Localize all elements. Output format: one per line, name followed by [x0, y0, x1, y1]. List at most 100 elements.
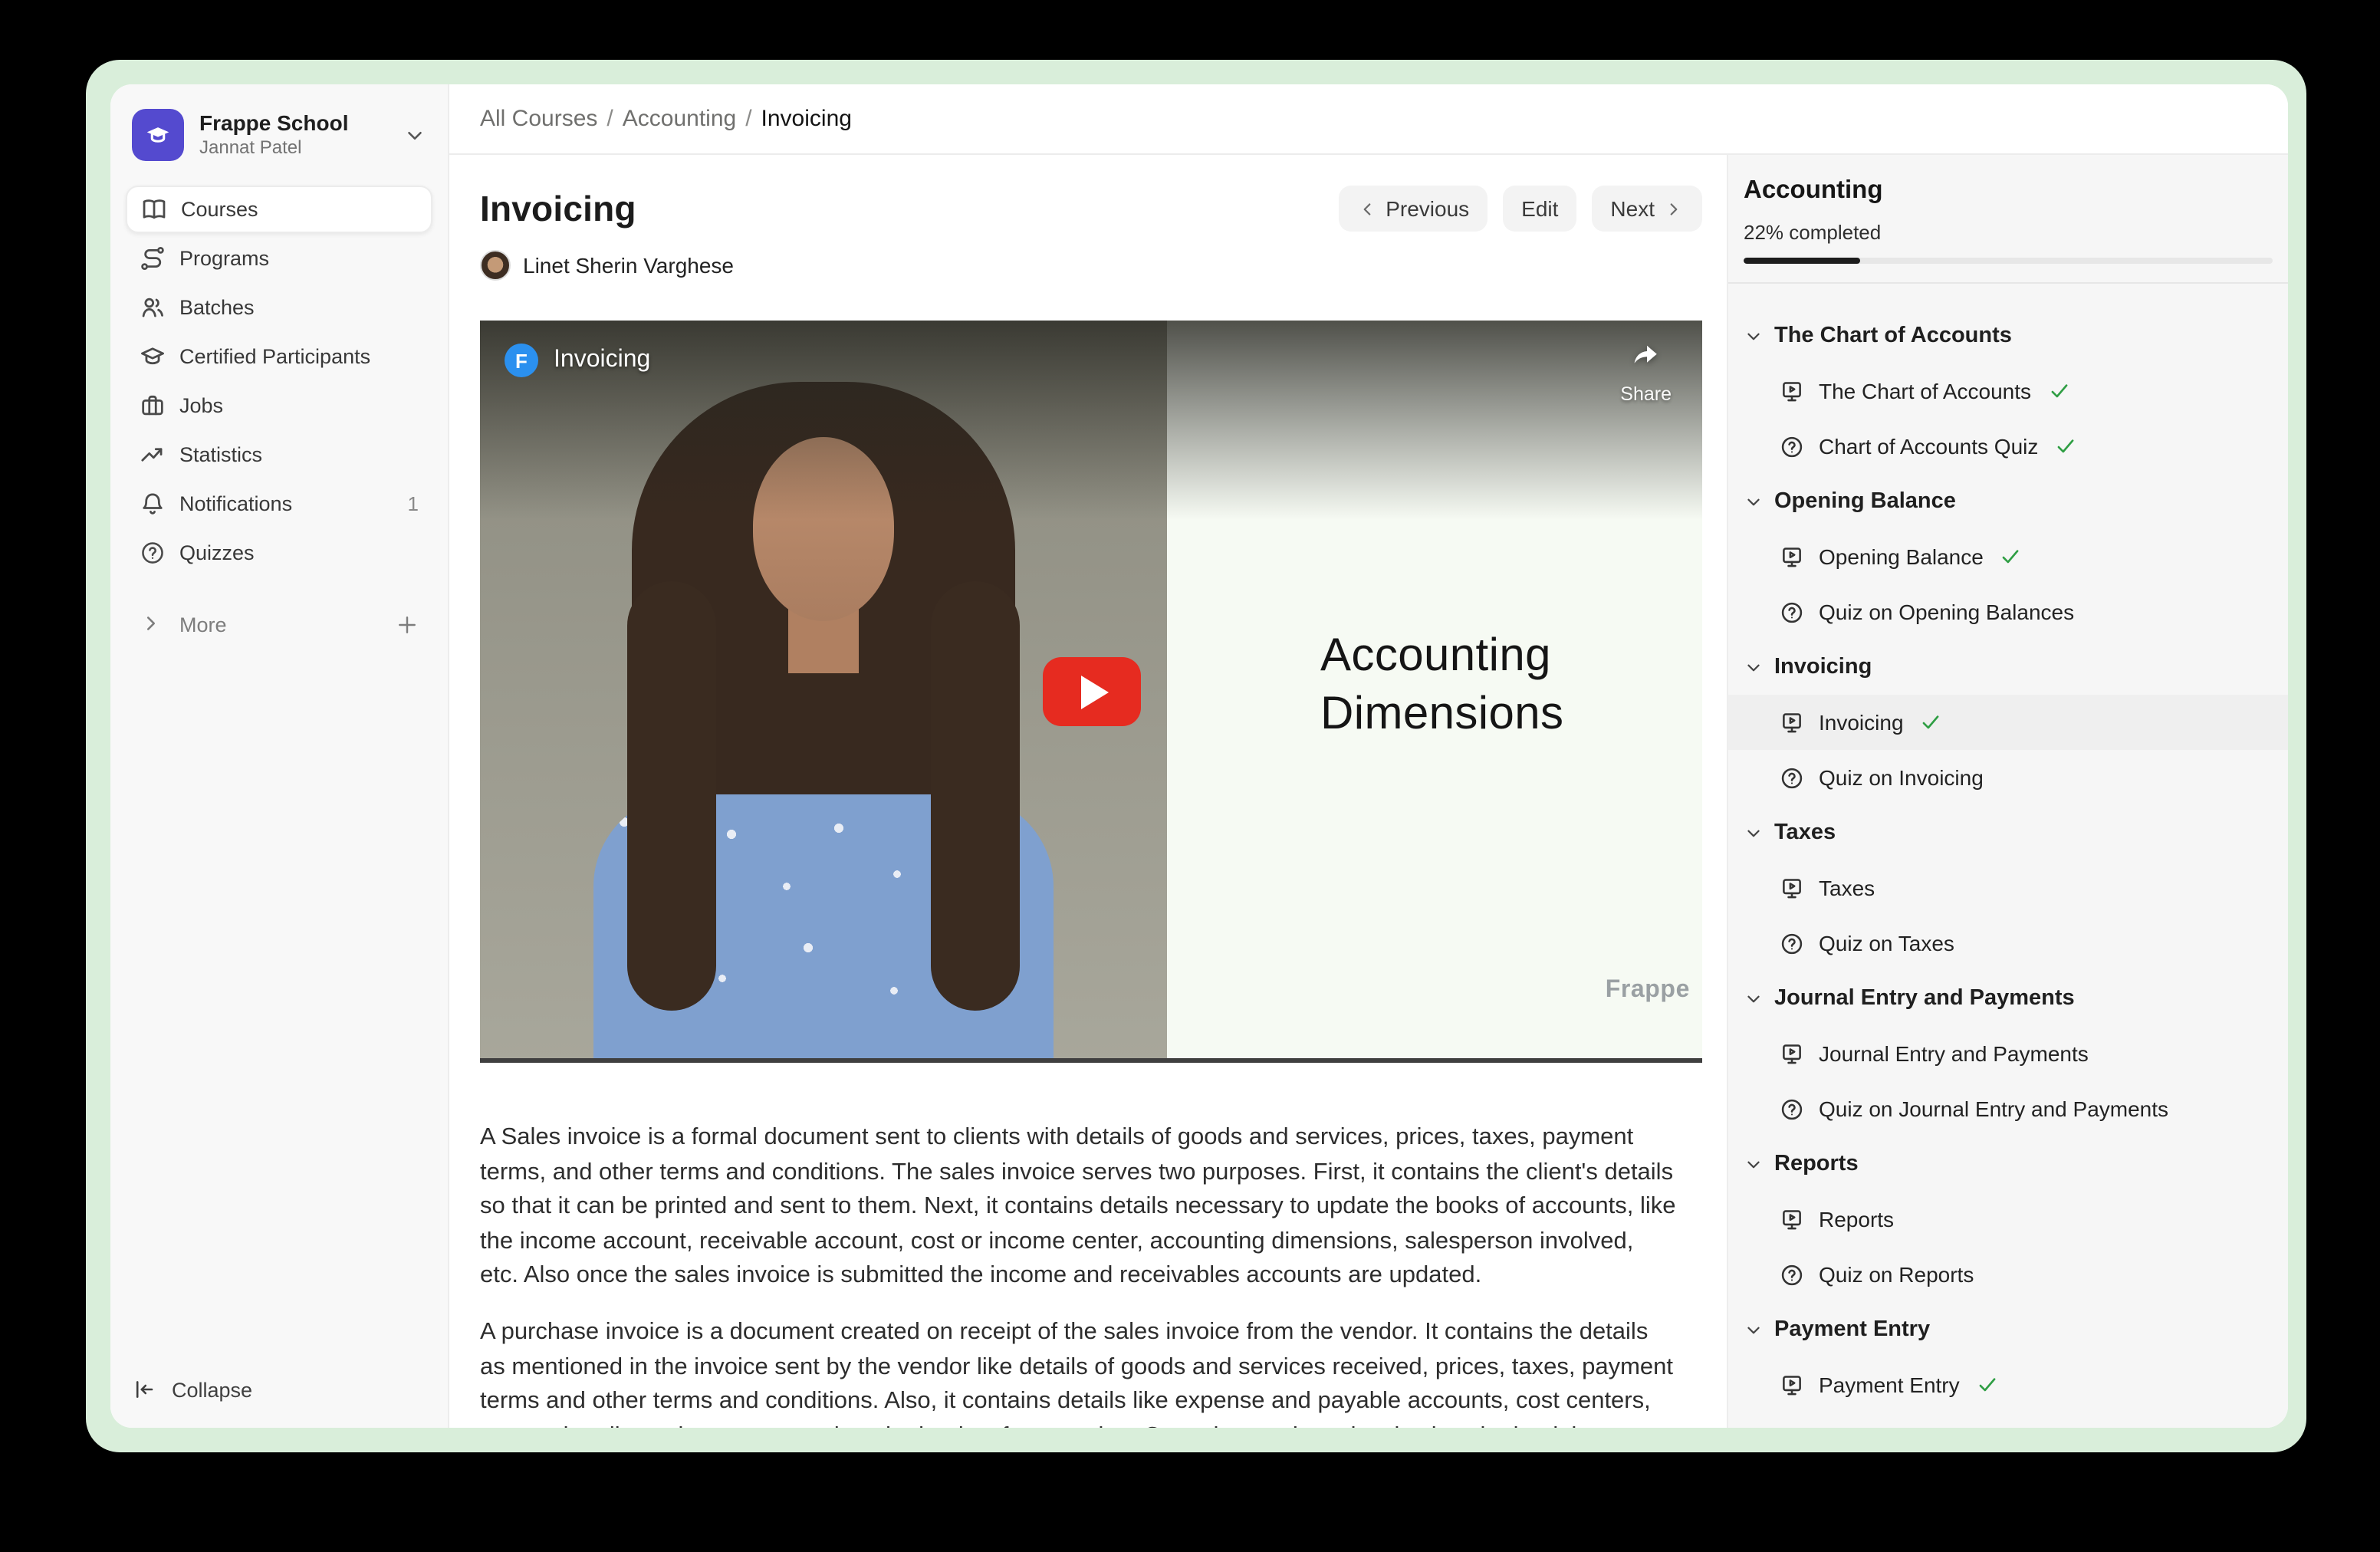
check-icon [2048, 380, 2069, 402]
school-name: Frappe School [199, 110, 348, 136]
outline-item-reports[interactable]: Reports [1728, 1192, 2288, 1247]
slide-title: Accounting Dimensions [1320, 627, 1563, 744]
share-icon [1629, 339, 1663, 380]
video-player[interactable]: Accounting Dimensions Frappe F Invoicing [480, 321, 1702, 1063]
outline-item-invoicing[interactable]: Invoicing [1728, 695, 2288, 750]
outline-item-opening-balance[interactable]: Opening Balance [1728, 529, 2288, 584]
sidebar-item-certified-participants[interactable]: Certified Participants [126, 333, 432, 380]
share-button[interactable]: Share [1620, 339, 1672, 405]
lesson-icon [1779, 544, 1805, 570]
lesson-icon [1779, 709, 1805, 735]
sidebar-item-label: Statistics [179, 443, 262, 466]
outline-section-opening-balance[interactable]: Opening Balance [1728, 474, 2288, 529]
outline-section-chart-of-accounts[interactable]: The Chart of Accounts [1728, 308, 2288, 363]
lesson-main: Invoicing Previous Edit Next [449, 155, 1727, 1428]
chevron-down-icon [1744, 1154, 1764, 1174]
content-area: All Courses / Accounting / Invoicing Inv… [449, 84, 2288, 1428]
outline-item-chart-of-accounts-quiz[interactable]: Chart of Accounts Quiz [1728, 419, 2288, 474]
users-icon [140, 294, 166, 321]
plus-icon[interactable] [396, 613, 419, 636]
video-titlebar[interactable]: F Invoicing [505, 344, 650, 377]
play-icon [1080, 675, 1108, 709]
chevron-down-icon [403, 123, 426, 146]
sidebar-item-programs[interactable]: Programs [126, 235, 432, 282]
sidebar-more[interactable]: More [126, 601, 432, 647]
outline-item-chart-of-accounts[interactable]: The Chart of Accounts [1728, 363, 2288, 419]
collapse-icon [132, 1376, 158, 1402]
sidebar-item-jobs[interactable]: Jobs [126, 382, 432, 429]
check-icon [2000, 546, 2022, 567]
breadcrumb-separator: / [736, 106, 761, 132]
chevron-left-icon [1356, 199, 1376, 219]
outline-section-invoicing[interactable]: Invoicing [1728, 640, 2288, 695]
sidebar-item-label: Certified Participants [179, 345, 370, 368]
outline-item-journal-entry[interactable]: Journal Entry and Payments [1728, 1026, 2288, 1081]
sidebar-item-notifications[interactable]: Notifications 1 [126, 480, 432, 528]
presenter-face [753, 437, 894, 621]
chevron-down-icon [1744, 988, 1764, 1008]
breadcrumb-current: Invoicing [761, 106, 852, 132]
quiz-icon [1779, 599, 1805, 625]
frappe-school-logo [132, 109, 184, 161]
progress-label: 22% completed [1744, 221, 2282, 244]
chevron-right-icon [1664, 199, 1684, 219]
play-button[interactable] [1042, 657, 1140, 726]
bell-icon [140, 491, 166, 517]
outline-section-payment-entry[interactable]: Payment Entry [1728, 1302, 2288, 1357]
quiz-icon [1779, 433, 1805, 459]
sidebar-item-label: Programs [179, 247, 269, 270]
app-window: Frappe School Jannat Patel Courses Progr… [110, 84, 2288, 1428]
user-name: Jannat Patel [199, 136, 348, 159]
chevron-right-icon [140, 611, 166, 637]
more-label: More [179, 613, 227, 636]
collapse-sidebar-button[interactable]: Collapse [132, 1366, 252, 1412]
outline-item-quiz-journal-entry[interactable]: Quiz on Journal Entry and Payments [1728, 1081, 2288, 1136]
outline-item-quiz-taxes[interactable]: Quiz on Taxes [1728, 916, 2288, 971]
outline-section-journal-entry[interactable]: Journal Entry and Payments [1728, 971, 2288, 1026]
outline-list: The Chart of Accounts The Chart of Accou… [1728, 308, 2288, 1412]
outline-section-taxes[interactable]: Taxes [1728, 805, 2288, 860]
outline-item-quiz-opening-balances[interactable]: Quiz on Opening Balances [1728, 584, 2288, 640]
course-title: Accounting [1744, 176, 2282, 206]
sidebar-item-courses[interactable]: Courses [126, 186, 432, 233]
lesson-body: A Sales invoice is a formal document sen… [480, 1121, 1676, 1428]
progress-bar [1744, 258, 2273, 264]
graduation-cap-icon [140, 344, 166, 370]
chevron-down-icon [1744, 657, 1764, 677]
book-open-icon [141, 196, 167, 222]
sidebar-item-quizzes[interactable]: Quizzes [126, 529, 432, 577]
sidebar-nav: Courses Programs Batches Certified Parti… [126, 186, 432, 577]
collapse-label: Collapse [172, 1378, 252, 1401]
outline-item-taxes[interactable]: Taxes [1728, 860, 2288, 916]
chevron-down-icon [1744, 492, 1764, 511]
video-timeline[interactable] [480, 1058, 1702, 1063]
course-outline-panel: Accounting 22% completed The Chart of Ac… [1727, 155, 2288, 1428]
workspace-switcher[interactable]: Frappe School Jannat Patel [126, 103, 432, 167]
sidebar-item-batches[interactable]: Batches [126, 284, 432, 331]
breadcrumb-all-courses[interactable]: All Courses [480, 106, 597, 132]
sidebar-item-statistics[interactable]: Statistics [126, 431, 432, 478]
lesson-icon [1779, 378, 1805, 404]
breadcrumb-accounting[interactable]: Accounting [623, 106, 736, 132]
outline-item-payment-entry[interactable]: Payment Entry [1728, 1357, 2288, 1412]
previous-button[interactable]: Previous [1338, 186, 1488, 232]
video-title: Invoicing [554, 347, 650, 374]
sidebar-item-label: Jobs [179, 394, 223, 417]
outline-item-quiz-invoicing[interactable]: Quiz on Invoicing [1728, 750, 2288, 805]
outline-item-quiz-reports[interactable]: Quiz on Reports [1728, 1247, 2288, 1302]
sidebar-item-label: Courses [181, 198, 258, 221]
screen: Frappe School Jannat Patel Courses Progr… [0, 0, 2380, 1552]
progress-fill [1744, 258, 1860, 264]
page-title: Invoicing [480, 188, 636, 229]
check-icon [1921, 712, 1942, 733]
next-button[interactable]: Next [1592, 186, 1702, 232]
outline-section-reports[interactable]: Reports [1728, 1136, 2288, 1192]
check-icon [2055, 436, 2076, 457]
quiz-icon [1779, 930, 1805, 956]
lesson-paragraph: A Sales invoice is a formal document sen… [480, 1121, 1676, 1294]
quiz-icon [1779, 1096, 1805, 1122]
breadcrumb: All Courses / Accounting / Invoicing [449, 84, 2288, 155]
help-circle-icon [140, 540, 166, 566]
edit-button[interactable]: Edit [1503, 186, 1576, 232]
trending-up-icon [140, 442, 166, 468]
